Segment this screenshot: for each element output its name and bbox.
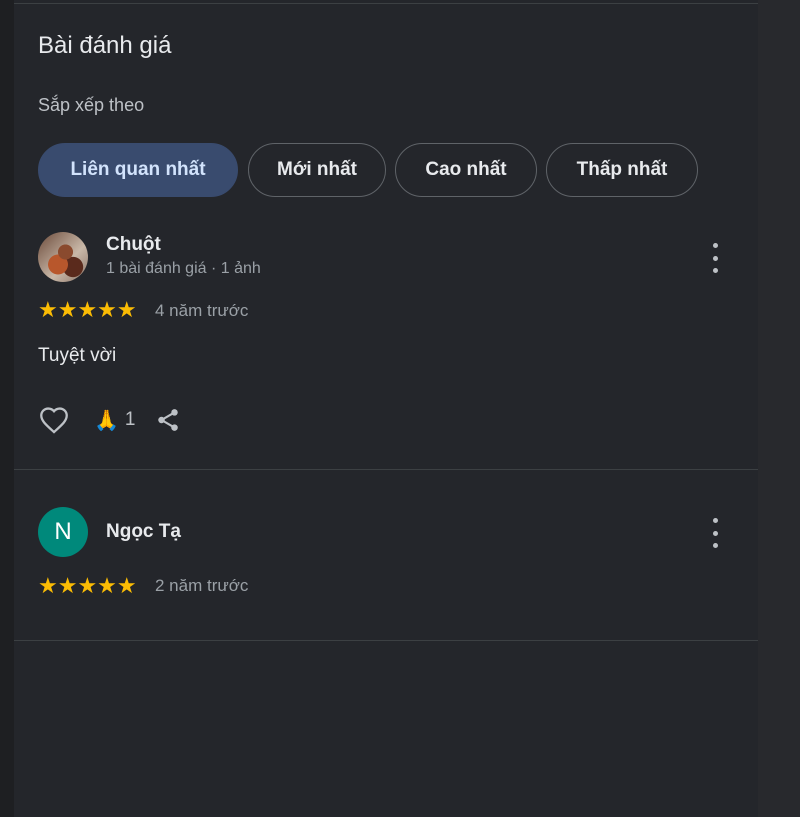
star-icon: ★★★★★ <box>38 297 137 322</box>
avatar[interactable] <box>38 232 88 282</box>
share-icon[interactable] <box>155 406 181 434</box>
more-vert-icon[interactable] <box>703 518 727 548</box>
author-name[interactable]: Ngọc Tạ <box>106 521 181 543</box>
star-icon: ★★★★★ <box>38 573 137 598</box>
map-edge <box>758 0 800 817</box>
sort-chip-lowest[interactable]: Thấp nhất <box>546 143 698 197</box>
review-time: 2 năm trước <box>155 576 249 595</box>
review-text: Tuyệt vời <box>38 345 117 366</box>
review-divider <box>14 640 758 641</box>
star-rating: ★★★★★ <box>38 575 137 597</box>
reaction-count: 1 <box>124 409 136 430</box>
reaction-emoji[interactable]: 🙏 <box>94 408 119 433</box>
top-divider <box>14 3 758 4</box>
sort-chip-newest[interactable]: Mới nhất <box>248 143 386 197</box>
author-name[interactable]: Chuột <box>106 234 161 256</box>
more-vert-icon[interactable] <box>703 243 727 273</box>
review-time: 4 năm trước <box>155 301 249 320</box>
sort-by-label: Sắp xếp theo <box>38 95 145 115</box>
sort-chip-highest[interactable]: Cao nhất <box>395 143 537 197</box>
avatar[interactable]: N <box>38 507 88 557</box>
star-rating: ★★★★★ <box>38 299 137 321</box>
sort-chip-relevant[interactable]: Liên quan nhất <box>38 143 238 197</box>
reviews-panel: Bài đánh giá Sắp xếp theo Liên quan nhất… <box>14 0 758 817</box>
left-edge <box>0 0 14 817</box>
section-title: Bài đánh giá <box>38 32 172 59</box>
review-actions: 🙏 1 <box>38 404 181 436</box>
author-meta: 1 bài đánh giá · 1 ảnh <box>106 260 261 277</box>
review-divider <box>14 469 758 470</box>
heart-outline-icon[interactable] <box>38 404 72 436</box>
